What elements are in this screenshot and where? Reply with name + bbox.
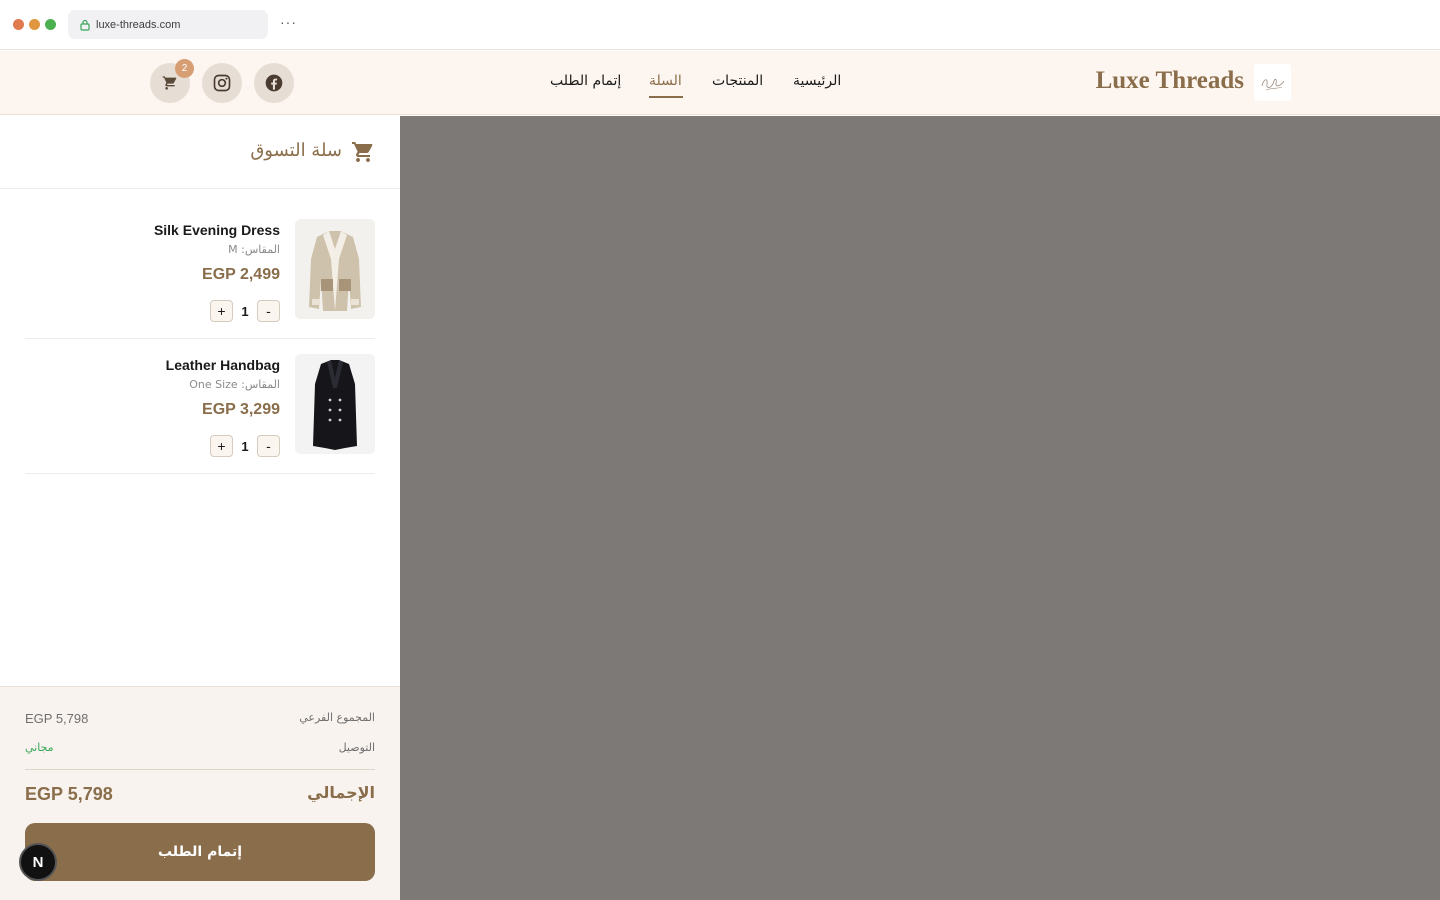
brand-name[interactable]: Luxe Threads [1096, 67, 1244, 95]
subtotal-row: المجموع الفرعي EGP 5,798 [25, 711, 375, 729]
page-overlay[interactable] [400, 116, 1440, 900]
item-price: EGP 2,499 [202, 266, 280, 283]
order-summary: المجموع الفرعي EGP 5,798 التوصيل مجاني ا… [0, 686, 400, 900]
instagram-icon [213, 74, 231, 92]
item-price: EGP 3,299 [202, 401, 280, 418]
increase-qty-button[interactable]: + [210, 435, 233, 457]
item-size: المقاس: One Size [189, 378, 280, 391]
close-window-dot[interactable] [13, 19, 24, 30]
cart-item: Leather Handbag المقاس: One Size EGP 3,2… [25, 354, 375, 474]
delivery-value: مجاني [25, 741, 54, 754]
site-header: 2 إتمام الطلب السلة المنتجات الرئيسية Lu… [0, 51, 1440, 115]
cart-drawer: سلة التسوق Silk Evening Dress المقاس: M … [0, 116, 400, 900]
brand-logo-icon [1261, 78, 1284, 90]
instagram-button[interactable] [202, 63, 242, 103]
delivery-row: التوصيل مجاني [25, 741, 375, 759]
item-name: Leather Handbag [165, 357, 280, 373]
total-label: الإجمالي [307, 783, 375, 802]
nav-home[interactable]: الرئيسية [793, 73, 841, 89]
cart-icon [352, 142, 373, 162]
brand-logo[interactable] [1254, 64, 1291, 101]
cart-count-badge: 2 [175, 59, 194, 78]
maximize-window-dot[interactable] [45, 19, 56, 30]
nav-cart[interactable]: السلة [649, 73, 682, 89]
dev-tools-badge[interactable]: N [19, 843, 57, 881]
address-bar[interactable]: luxe-threads.com [68, 10, 268, 39]
subtotal-value: EGP 5,798 [25, 711, 89, 726]
item-name: Silk Evening Dress [153, 222, 280, 238]
delivery-label: التوصيل [338, 741, 375, 754]
decrease-qty-button[interactable]: - [257, 300, 280, 322]
cart-icon [162, 76, 177, 90]
checkout-button[interactable]: إتمام الطلب [25, 823, 375, 881]
subtotal-label: المجموع الفرعي [299, 711, 375, 724]
quantity-stepper: + 1 - [210, 300, 280, 322]
nav-active-indicator [649, 96, 683, 98]
increase-qty-button[interactable]: + [210, 300, 233, 322]
cart-item: Silk Evening Dress المقاس: M EGP 2,499 +… [25, 219, 375, 339]
more-dots-icon[interactable]: ··· [280, 14, 297, 30]
quantity-value: 1 [241, 303, 249, 319]
url-text: luxe-threads.com [96, 18, 181, 31]
decrease-qty-button[interactable]: - [257, 435, 280, 457]
nav-products[interactable]: المنتجات [712, 73, 763, 89]
minimize-window-dot[interactable] [29, 19, 40, 30]
facebook-icon [265, 74, 283, 92]
cart-title: سلة التسوق [250, 140, 342, 161]
quantity-value: 1 [241, 438, 249, 454]
lock-icon [80, 19, 90, 31]
facebook-button[interactable] [254, 63, 294, 103]
nav-checkout[interactable]: إتمام الطلب [550, 73, 621, 89]
product-image-coat[interactable] [295, 219, 375, 319]
total-value: EGP 5,798 [25, 784, 113, 804]
quantity-stepper: + 1 - [210, 435, 280, 457]
browser-bar: luxe-threads.com ··· [0, 0, 1440, 50]
cart-drawer-header: سلة التسوق [0, 116, 400, 189]
cart-button[interactable]: 2 [150, 59, 194, 103]
item-size: المقاس: M [228, 243, 280, 256]
product-image-blazer[interactable] [295, 354, 375, 454]
summary-divider [25, 769, 375, 770]
